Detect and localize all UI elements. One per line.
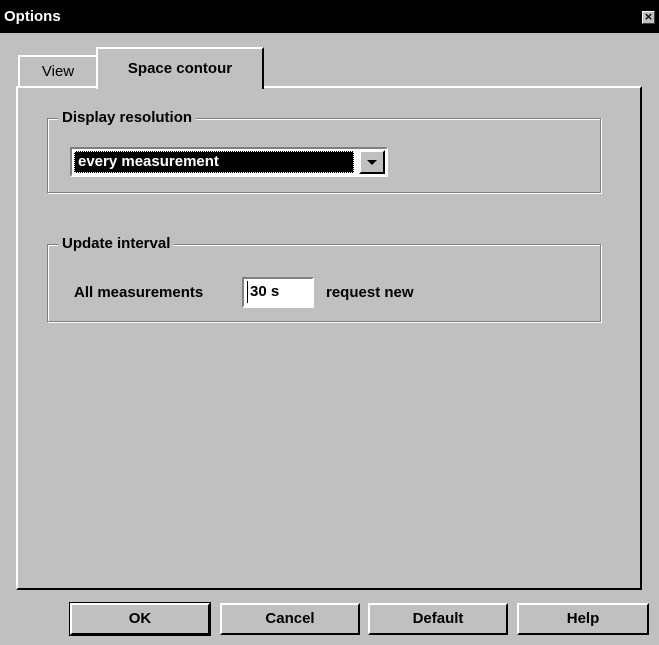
close-icon: × [643, 10, 654, 23]
update-interval-value: 30 s [247, 281, 279, 303]
close-button[interactable]: × [642, 11, 655, 24]
dropdown-arrow-button[interactable] [359, 150, 385, 174]
tab-view[interactable]: View [18, 55, 98, 87]
display-resolution-dropdown[interactable]: every measurement [70, 147, 388, 177]
title-bar: Options × [0, 0, 659, 33]
all-measurements-label: All measurements [74, 284, 204, 301]
tab-view-label: View [41, 63, 75, 80]
request-new-label: request new [326, 284, 414, 301]
tab-space-contour[interactable]: Space contour [96, 47, 264, 89]
update-interval-legend: Update interval [58, 234, 175, 254]
display-resolution-legend: Display resolution [58, 108, 197, 128]
default-button[interactable]: Default [368, 603, 508, 635]
display-resolution-selected: every measurement [74, 151, 354, 173]
window-title: Options [4, 8, 61, 25]
ok-button[interactable]: OK [70, 603, 210, 635]
cancel-button[interactable]: Cancel [220, 603, 360, 635]
options-dialog: Options × View Space contour Display res… [0, 0, 659, 645]
tab-space-contour-label: Space contour [127, 60, 233, 77]
help-button[interactable]: Help [517, 603, 649, 635]
chevron-down-icon [367, 160, 377, 165]
update-interval-input[interactable]: 30 s [242, 277, 314, 308]
